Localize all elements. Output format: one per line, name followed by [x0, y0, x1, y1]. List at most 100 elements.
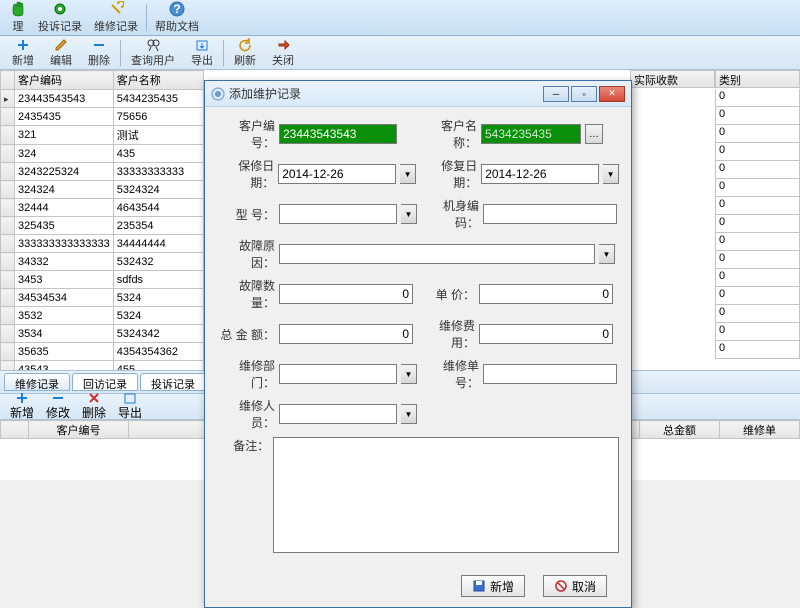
table-row[interactable]: 34332532432 — [1, 253, 204, 271]
cell-actual-receipt[interactable]: 0 — [715, 269, 800, 287]
chevron-down-icon[interactable]: ▼ — [400, 164, 416, 184]
dialog-titlebar[interactable]: 添加维护记录 ─ ▫ ✕ — [205, 81, 631, 107]
total-input[interactable] — [279, 324, 413, 344]
cell-actual-receipt[interactable]: 0 — [715, 197, 800, 215]
svg-text:?: ? — [173, 2, 180, 16]
chevron-down-icon[interactable]: ▼ — [401, 364, 417, 384]
tab-followup-records[interactable]: 回访记录 — [72, 373, 138, 391]
table-row[interactable]: 3453sdfds — [1, 271, 204, 289]
model-input[interactable] — [279, 204, 397, 224]
warranty-date-input[interactable] — [278, 164, 396, 184]
table-row[interactable]: 35345324342 — [1, 325, 204, 343]
wrench-icon — [108, 1, 124, 17]
cell-actual-receipt[interactable]: 0 — [715, 287, 800, 305]
window-close-button[interactable]: ✕ — [599, 86, 625, 102]
table-row[interactable]: 324435 — [1, 145, 204, 163]
dialog-cancel-button[interactable]: 取消 — [543, 575, 607, 597]
chevron-down-icon[interactable]: ▼ — [401, 404, 417, 424]
order-input[interactable] — [483, 364, 617, 384]
table-row[interactable]: 321测试 — [1, 126, 204, 145]
customer-id-input[interactable] — [279, 124, 397, 144]
lookup-button[interactable]: … — [585, 124, 603, 144]
fault-input[interactable] — [279, 244, 595, 264]
cell-actual-receipt[interactable]: 0 — [715, 89, 800, 107]
col-total[interactable]: 总金额 — [640, 421, 720, 439]
bottom-delete-button[interactable]: 删除 — [76, 392, 112, 421]
bottom-add-button[interactable]: 新增 — [4, 392, 40, 421]
tab-complaint-records[interactable]: 投诉记录 — [140, 373, 206, 391]
table-row[interactable]: 33333333333333334444444 — [1, 235, 204, 253]
cell-actual-receipt[interactable]: 0 — [715, 125, 800, 143]
cell-actual-receipt[interactable]: 0 — [715, 143, 800, 161]
dept-label: 维修部门： — [217, 357, 275, 391]
table-row[interactable]: 43543455 — [1, 361, 204, 371]
cell-actual-receipt[interactable]: 0 — [715, 233, 800, 251]
dept-input[interactable] — [279, 364, 397, 384]
menu-item-complaint[interactable]: 投诉记录 — [32, 2, 88, 33]
table-row[interactable]: 324322532433333333333 — [1, 163, 204, 181]
cell-actual-receipt[interactable]: 0 — [715, 215, 800, 233]
cell-actual-receipt[interactable]: 0 — [715, 107, 800, 125]
edit-button[interactable]: 编辑 — [42, 37, 80, 69]
save-icon — [472, 579, 486, 593]
col-repair-order[interactable]: 维修单 — [720, 421, 800, 439]
chevron-down-icon[interactable]: ▼ — [401, 204, 417, 224]
chevron-down-icon[interactable]: ▼ — [599, 244, 615, 264]
remarks-label: 备注： — [217, 437, 269, 454]
table-row[interactable]: 325435235354 — [1, 217, 204, 235]
table-row[interactable]: 324444643544 — [1, 199, 204, 217]
cell-actual-receipt[interactable]: 0 — [715, 179, 800, 197]
cell-actual-receipt[interactable]: 0 — [715, 323, 800, 341]
col-header[interactable]: 客户编码 — [15, 71, 114, 90]
dialog-new-button[interactable]: 新增 — [461, 575, 525, 597]
fault-label: 故障原因： — [217, 237, 275, 271]
col-actual-receipt[interactable]: 实际收款 — [630, 70, 715, 88]
bottom-export-button[interactable]: 导出 — [112, 392, 148, 421]
menu-item-repair[interactable]: 维修记录 — [88, 2, 144, 33]
col-customer-id[interactable]: 客户编号 — [29, 421, 129, 439]
bottom-edit-button[interactable]: 修改 — [40, 392, 76, 421]
remarks-textarea[interactable] — [273, 437, 619, 553]
serial-input[interactable] — [483, 204, 617, 224]
table-row[interactable]: 234435435435434235435 — [1, 90, 204, 108]
table-row[interactable]: 243543575656 — [1, 108, 204, 126]
cell-actual-receipt[interactable]: 0 — [715, 161, 800, 179]
maximize-button[interactable]: ▫ — [571, 86, 597, 102]
pencil-icon — [54, 38, 68, 52]
fault-qty-input[interactable] — [279, 284, 413, 304]
fee-input[interactable] — [479, 324, 613, 344]
search-user-button[interactable]: 查询用户 — [123, 37, 183, 69]
chevron-down-icon[interactable]: ▼ — [603, 164, 619, 184]
tab-repair-records[interactable]: 维修记录 — [4, 373, 70, 391]
col-header[interactable]: 客户名称 — [113, 71, 203, 90]
delete-button[interactable]: 删除 — [80, 37, 118, 69]
add-maintenance-dialog: 添加维护记录 ─ ▫ ✕ 客户编号： 客户名称： … 保修日期： ▼ 修复日期：… — [204, 80, 632, 608]
table-row[interactable]: 356354354354362 — [1, 343, 204, 361]
price-input[interactable] — [479, 284, 613, 304]
refresh-button[interactable]: 刷新 — [226, 37, 264, 69]
cancel-icon — [554, 579, 568, 593]
add-button[interactable]: 新增 — [4, 37, 42, 69]
close-icon — [276, 38, 290, 52]
dialog-body: 客户编号： 客户名称： … 保修日期： ▼ 修复日期： ▼ 型 号： ▼ 机身编… — [205, 107, 631, 569]
close-button[interactable]: 关闭 — [264, 37, 302, 69]
table-row[interactable]: 345345345324 — [1, 289, 204, 307]
order-label: 维修单号： — [421, 357, 479, 391]
table-row[interactable]: 35325324 — [1, 307, 204, 325]
cell-actual-receipt[interactable]: 0 — [715, 305, 800, 323]
top-menubar: 理 投诉记录 维修记录 ? 帮助文档 — [0, 0, 800, 36]
table-row[interactable]: 3243245324324 — [1, 181, 204, 199]
repair-date-input[interactable] — [481, 164, 599, 184]
help-icon: ? — [169, 1, 185, 17]
dialog-icon — [211, 87, 225, 101]
col-category[interactable]: 类别 — [715, 70, 800, 88]
separator — [223, 40, 224, 66]
main-grid[interactable]: 客户编码客户名称23443543543543423543524354357565… — [0, 70, 204, 370]
export-button[interactable]: 导出 — [183, 37, 221, 69]
cell-actual-receipt[interactable]: 0 — [715, 251, 800, 269]
staff-input[interactable] — [279, 404, 397, 424]
minimize-button[interactable]: ─ — [543, 86, 569, 102]
menu-item-help[interactable]: ? 帮助文档 — [149, 2, 205, 33]
cell-actual-receipt[interactable]: 0 — [715, 341, 800, 359]
menu-item-manage[interactable]: 理 — [4, 2, 32, 33]
